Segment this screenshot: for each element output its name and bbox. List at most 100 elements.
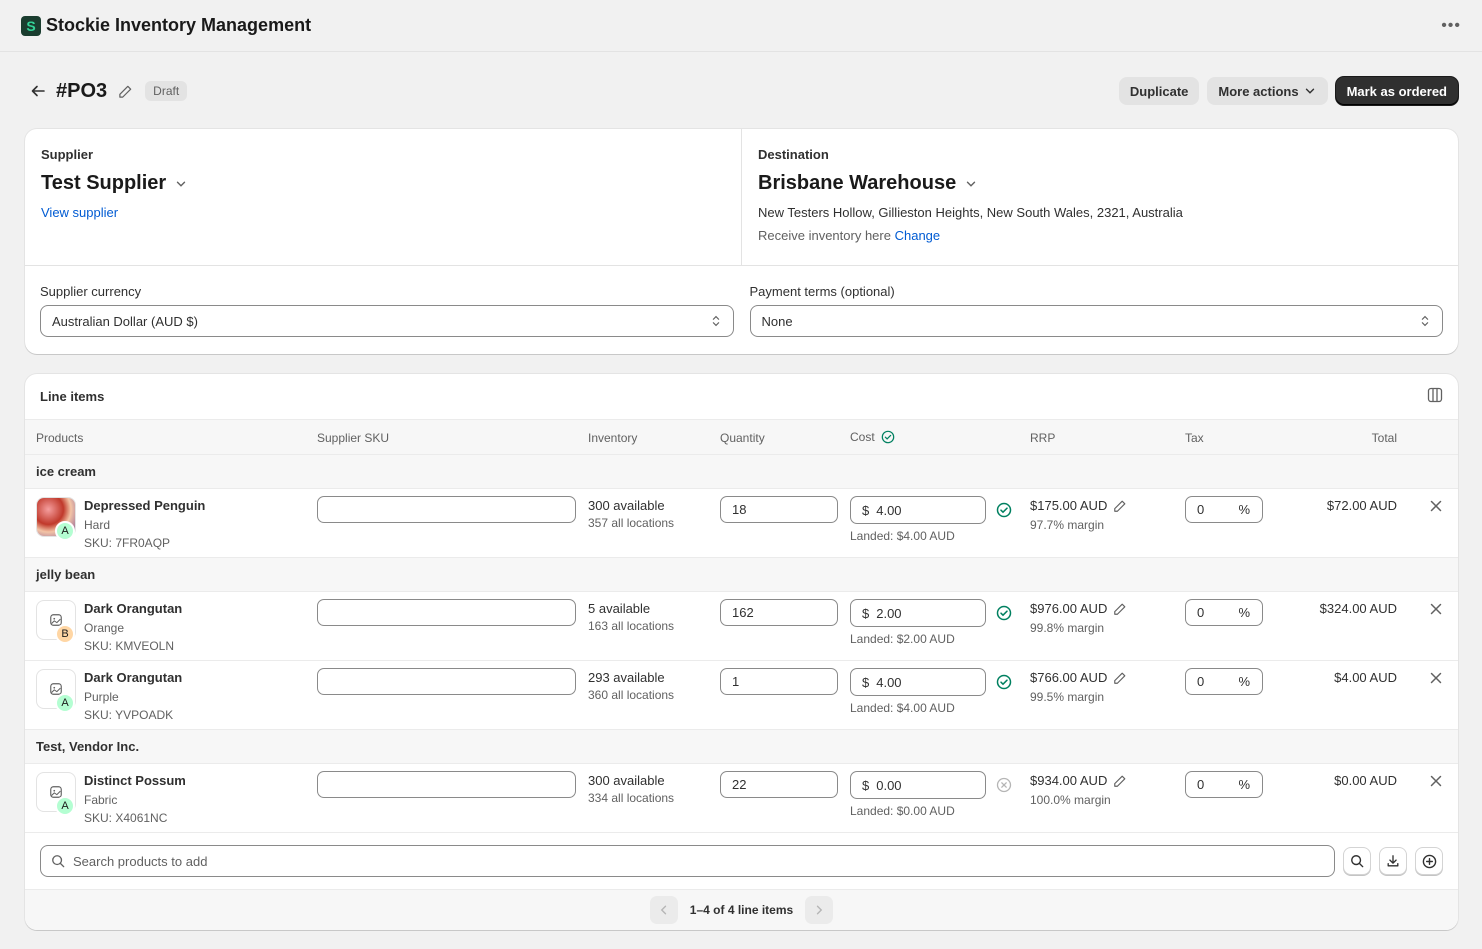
mark-as-ordered-button[interactable]: Mark as ordered	[1335, 77, 1458, 105]
col-tax: Tax	[1185, 431, 1204, 445]
supplier-sku-input[interactable]	[317, 599, 576, 626]
inventory-available: 300 available	[588, 773, 665, 788]
payment-terms-label: Payment terms (optional)	[749, 284, 895, 299]
inventory-available: 5 available	[588, 601, 651, 616]
browse-products-button[interactable]	[1343, 847, 1371, 875]
cost-input[interactable]: $2.00	[850, 599, 986, 627]
edit-rrp-pencil-icon[interactable]	[1113, 774, 1127, 788]
quantity-input[interactable]: 162	[720, 599, 838, 626]
more-actions-label: More actions	[1218, 83, 1299, 99]
grade-badge: A	[55, 796, 75, 816]
duplicate-button[interactable]: Duplicate	[1118, 77, 1200, 105]
tax-unit: %	[1238, 777, 1250, 792]
chevron-down-icon	[177, 181, 186, 187]
supplier-name: Test Supplier	[41, 172, 167, 194]
plus-circle-icon	[1422, 854, 1436, 868]
import-button[interactable]	[1379, 847, 1407, 875]
supplier-sku-input[interactable]	[317, 496, 576, 523]
edit-rrp-pencil-icon[interactable]	[1113, 671, 1127, 685]
col-rrp: RRP	[1030, 431, 1056, 445]
tax-value: 0	[1197, 502, 1205, 517]
search-products-input[interactable]: Search products to add	[40, 845, 1335, 877]
supplier-select[interactable]: Test Supplier	[41, 172, 725, 195]
add-item-button[interactable]	[1415, 847, 1443, 875]
currency-symbol: $	[862, 605, 870, 621]
more-actions-button[interactable]: More actions	[1207, 77, 1328, 105]
edit-rrp-pencil-icon[interactable]	[1113, 499, 1127, 513]
table-header: Products Supplier SKU Inventory Quantity…	[25, 419, 1458, 455]
product-sku: SKU: X4061NC	[84, 811, 168, 825]
edit-rrp-pencil-icon[interactable]	[1113, 602, 1127, 616]
product-sku: SKU: KMVEOLN	[84, 639, 175, 653]
tax-input[interactable]: 0%	[1185, 771, 1263, 798]
inventory-available: 300 available	[588, 498, 665, 513]
payment-terms-select[interactable]: None	[749, 305, 1443, 337]
edit-title-pencil-icon[interactable]	[117, 83, 133, 99]
margin-text: 99.8% margin	[1030, 621, 1105, 635]
add-products-row: Search products to add	[25, 832, 1458, 889]
table-row: A Dark Orangutan Purple SKU: YVPOADK 293…	[25, 661, 1458, 730]
cost-input[interactable]: $4.00	[850, 496, 986, 524]
supplier-label: Supplier	[41, 147, 94, 162]
search-placeholder: Search products to add	[73, 853, 208, 869]
tax-input[interactable]: 0%	[1185, 496, 1263, 523]
quantity-input[interactable]: 22	[720, 771, 838, 798]
tax-value: 0	[1197, 605, 1205, 620]
col-total: Total	[1371, 431, 1397, 445]
line-items-card: Line items Products Supplier SKU Invento…	[25, 374, 1458, 930]
view-supplier-link[interactable]: View supplier	[41, 205, 725, 220]
tax-unit: %	[1238, 605, 1250, 620]
columns-icon[interactable]	[1427, 387, 1443, 406]
product-variant: Fabric	[84, 793, 118, 807]
remove-icon[interactable]	[1428, 773, 1444, 789]
product-name: Distinct Possum	[84, 773, 186, 788]
select-arrows-icon	[712, 315, 719, 327]
chevron-down-icon	[1305, 88, 1314, 94]
search-icon	[52, 855, 65, 868]
group-header: jelly bean	[25, 558, 1458, 592]
inventory-available: 293 available	[588, 670, 665, 685]
tax-input[interactable]: 0%	[1185, 599, 1263, 626]
margin-text: 100.0% margin	[1030, 793, 1111, 807]
tax-value: 0	[1197, 777, 1205, 792]
table-row: A Distinct Possum Fabric SKU: X4061NC 30…	[25, 764, 1458, 833]
cost-input[interactable]: $4.00	[850, 668, 986, 696]
download-icon	[1387, 855, 1399, 867]
product-sku: SKU: 7FR0AQP	[84, 536, 171, 550]
product-name: Dark Orangutan	[84, 601, 183, 616]
rrp-value: $976.00 AUD	[1030, 601, 1108, 616]
remove-icon[interactable]	[1428, 670, 1444, 686]
check-circle-icon	[881, 430, 894, 444]
tax-input[interactable]: 0%	[1185, 668, 1263, 695]
pagination: 1–4 of 4 line items	[25, 889, 1458, 930]
app-title: Stockie Inventory Management	[46, 15, 312, 35]
quantity-input[interactable]: 1	[720, 668, 838, 695]
supplier-section: Supplier Test Supplier View supplier	[25, 129, 741, 265]
cost-input[interactable]: $0.00	[850, 771, 986, 799]
supplier-currency-select[interactable]: Australian Dollar (AUD $)	[40, 305, 734, 337]
currency-symbol: $	[862, 777, 870, 793]
check-circle-icon	[996, 674, 1012, 690]
change-destination-link[interactable]: Change	[895, 228, 941, 243]
cost-value: 2.00	[876, 605, 902, 621]
supplier-sku-input[interactable]	[317, 668, 576, 695]
previous-page-button[interactable]	[649, 896, 678, 924]
app-topbar: S Stockie Inventory Management •••	[0, 0, 1482, 52]
group-header: ice cream	[25, 455, 1458, 489]
next-page-button[interactable]	[805, 896, 834, 924]
more-options-icon[interactable]: •••	[1441, 17, 1461, 35]
receive-inventory-text: Receive inventory here	[758, 228, 891, 243]
remove-icon[interactable]	[1428, 601, 1444, 617]
col-cost: Cost	[850, 430, 875, 444]
margin-text: 97.7% margin	[1030, 518, 1105, 532]
remove-icon[interactable]	[1428, 498, 1444, 514]
table-row: A Depressed Penguin Hard SKU: 7FR0AQP 30…	[25, 489, 1458, 558]
inventory-all-locations: 357 all locations	[588, 516, 675, 530]
back-arrow-icon[interactable]	[26, 79, 50, 103]
product-variant: Hard	[84, 518, 111, 532]
destination-select[interactable]: Brisbane Warehouse	[758, 172, 1442, 195]
supplier-destination-card: Supplier Test Supplier View supplier Des…	[25, 129, 1458, 354]
quantity-input[interactable]: 18	[720, 496, 838, 523]
supplier-sku-input[interactable]	[317, 771, 576, 798]
cost-value: 4.00	[876, 674, 902, 690]
